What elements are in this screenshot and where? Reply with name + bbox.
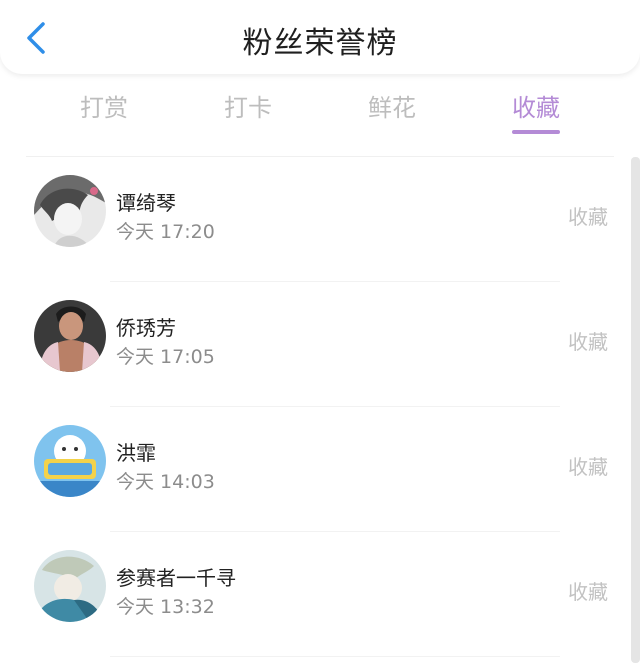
list-item[interactable]: 参赛者一千寻 今天 13:32 收藏 — [0, 532, 640, 657]
fan-list: 谭绮琴 今天 17:20 收藏 侨琇芳 今天 17:05 收藏 洪霏 今天 14… — [0, 157, 640, 657]
tab-reward[interactable]: 打赏 — [80, 88, 128, 123]
active-tab-indicator — [512, 130, 560, 134]
list-item[interactable]: 洪霏 今天 14:03 收藏 — [0, 407, 640, 532]
favorite-label: 收藏 — [568, 330, 608, 354]
page-title: 粉丝荣誉榜 — [242, 26, 398, 61]
avatar — [34, 175, 106, 247]
fan-name: 参赛者一千寻 — [116, 566, 236, 590]
top-bar: 粉丝荣誉榜 — [0, 0, 640, 74]
scrollbar[interactable] — [631, 157, 640, 663]
tab-flowers[interactable]: 鲜花 — [368, 88, 416, 123]
row-divider — [110, 656, 560, 657]
avatar — [34, 550, 106, 622]
fan-time: 今天 17:20 — [116, 221, 215, 243]
avatar — [34, 425, 106, 497]
favorite-label: 收藏 — [568, 455, 608, 479]
fan-name: 洪霏 — [116, 441, 156, 465]
tab-bar: 打赏 打卡 鲜花 收藏 — [0, 84, 640, 140]
favorite-label: 收藏 — [568, 580, 608, 604]
tab-favorites[interactable]: 收藏 — [512, 88, 560, 123]
tab-checkin[interactable]: 打卡 — [224, 88, 272, 123]
favorite-label: 收藏 — [568, 205, 608, 229]
tab-favorites-label: 收藏 — [512, 94, 560, 122]
fan-name: 侨琇芳 — [116, 316, 176, 340]
fan-name: 谭绮琴 — [116, 191, 176, 215]
fan-time: 今天 13:32 — [116, 596, 215, 618]
fan-time: 今天 17:05 — [116, 346, 215, 368]
list-item[interactable]: 谭绮琴 今天 17:20 收藏 — [0, 157, 640, 282]
avatar — [34, 300, 106, 372]
fan-time: 今天 14:03 — [116, 471, 215, 493]
list-item[interactable]: 侨琇芳 今天 17:05 收藏 — [0, 282, 640, 407]
